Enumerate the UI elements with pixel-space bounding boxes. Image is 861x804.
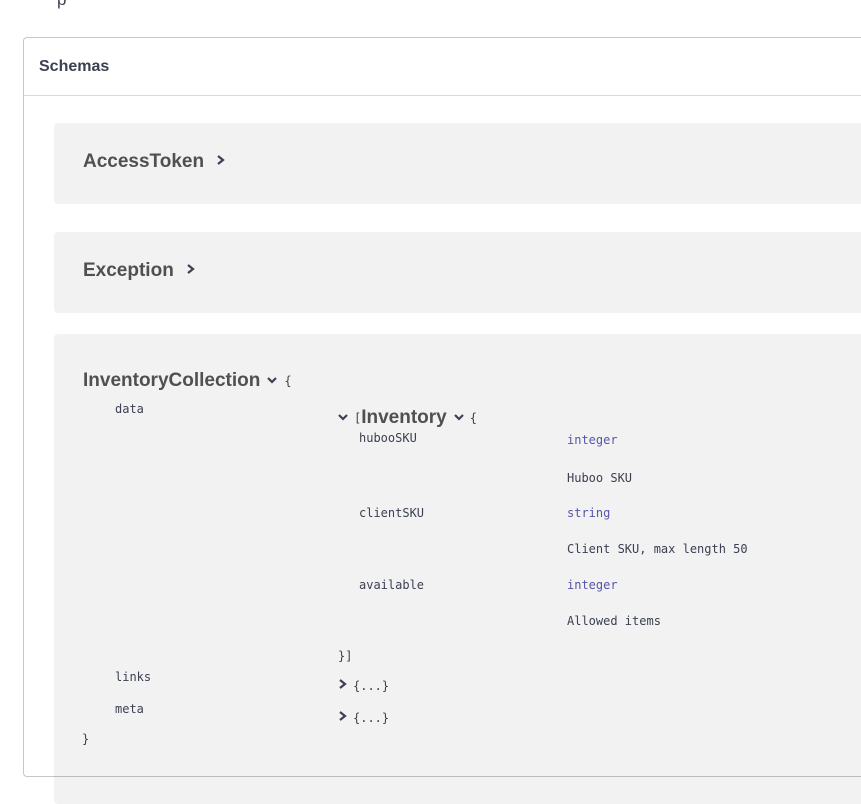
chevron-right-icon[interactable] xyxy=(338,677,348,695)
field-description-clientsku: Client SKU, max length 50 xyxy=(567,542,748,556)
cropped-section-fragment: p xyxy=(57,0,66,10)
model-title-accesstoken: AccessToken xyxy=(83,151,205,172)
property-name-links: links xyxy=(115,670,152,684)
model-toggle-inventorycollection[interactable]: InventoryCollection { xyxy=(83,370,292,392)
array-close-bracket: }] xyxy=(338,649,353,663)
links-toggle[interactable]: {...} xyxy=(338,677,389,695)
chevron-down-icon[interactable] xyxy=(266,372,278,390)
open-brace: { xyxy=(284,374,292,388)
data-array-toggle[interactable]: [ Inventory { xyxy=(337,407,477,429)
chevron-right-icon[interactable] xyxy=(186,262,196,280)
links-collapsed-value: {...} xyxy=(353,679,390,693)
schemas-title: Schemas xyxy=(39,57,110,75)
property-name-data: data xyxy=(115,402,144,416)
model-container-accesstoken: AccessToken xyxy=(54,123,861,204)
field-type-huboosku: integer xyxy=(567,433,618,447)
model-toggle-accesstoken[interactable]: AccessToken xyxy=(83,151,226,173)
field-description-huboosku: Huboo SKU xyxy=(567,471,633,485)
meta-toggle[interactable]: {...} xyxy=(338,709,389,727)
field-description-available: Allowed items xyxy=(567,614,661,628)
field-name-huboosku: hubooSKU xyxy=(359,431,417,445)
model-toggle-exception[interactable]: Exception xyxy=(83,260,196,282)
field-type-available: integer xyxy=(567,578,618,592)
chevron-down-icon[interactable] xyxy=(453,409,465,427)
inventory-open-brace: { xyxy=(469,411,477,425)
model-title-inventory: Inventory xyxy=(361,407,447,428)
property-name-meta: meta xyxy=(115,702,144,716)
model-container-inventorycollection: InventoryCollection { data [ Inventory {… xyxy=(54,334,861,804)
model-title-inventorycollection: InventoryCollection xyxy=(83,370,261,391)
chevron-right-icon[interactable] xyxy=(338,709,348,727)
schemas-section: Schemas AccessToken Exception InventoryC… xyxy=(23,37,861,804)
field-type-clientsku: string xyxy=(567,506,611,520)
schemas-header[interactable]: Schemas xyxy=(24,38,861,96)
array-open-bracket: [ xyxy=(354,411,362,425)
model-container-exception: Exception xyxy=(54,232,861,313)
chevron-down-icon[interactable] xyxy=(337,409,349,427)
meta-collapsed-value: {...} xyxy=(353,711,390,725)
field-name-available: available xyxy=(359,578,425,592)
close-brace: } xyxy=(82,732,90,746)
model-title-exception: Exception xyxy=(83,260,174,281)
field-name-clientsku: clientSKU xyxy=(359,506,425,520)
chevron-right-icon[interactable] xyxy=(216,153,226,171)
